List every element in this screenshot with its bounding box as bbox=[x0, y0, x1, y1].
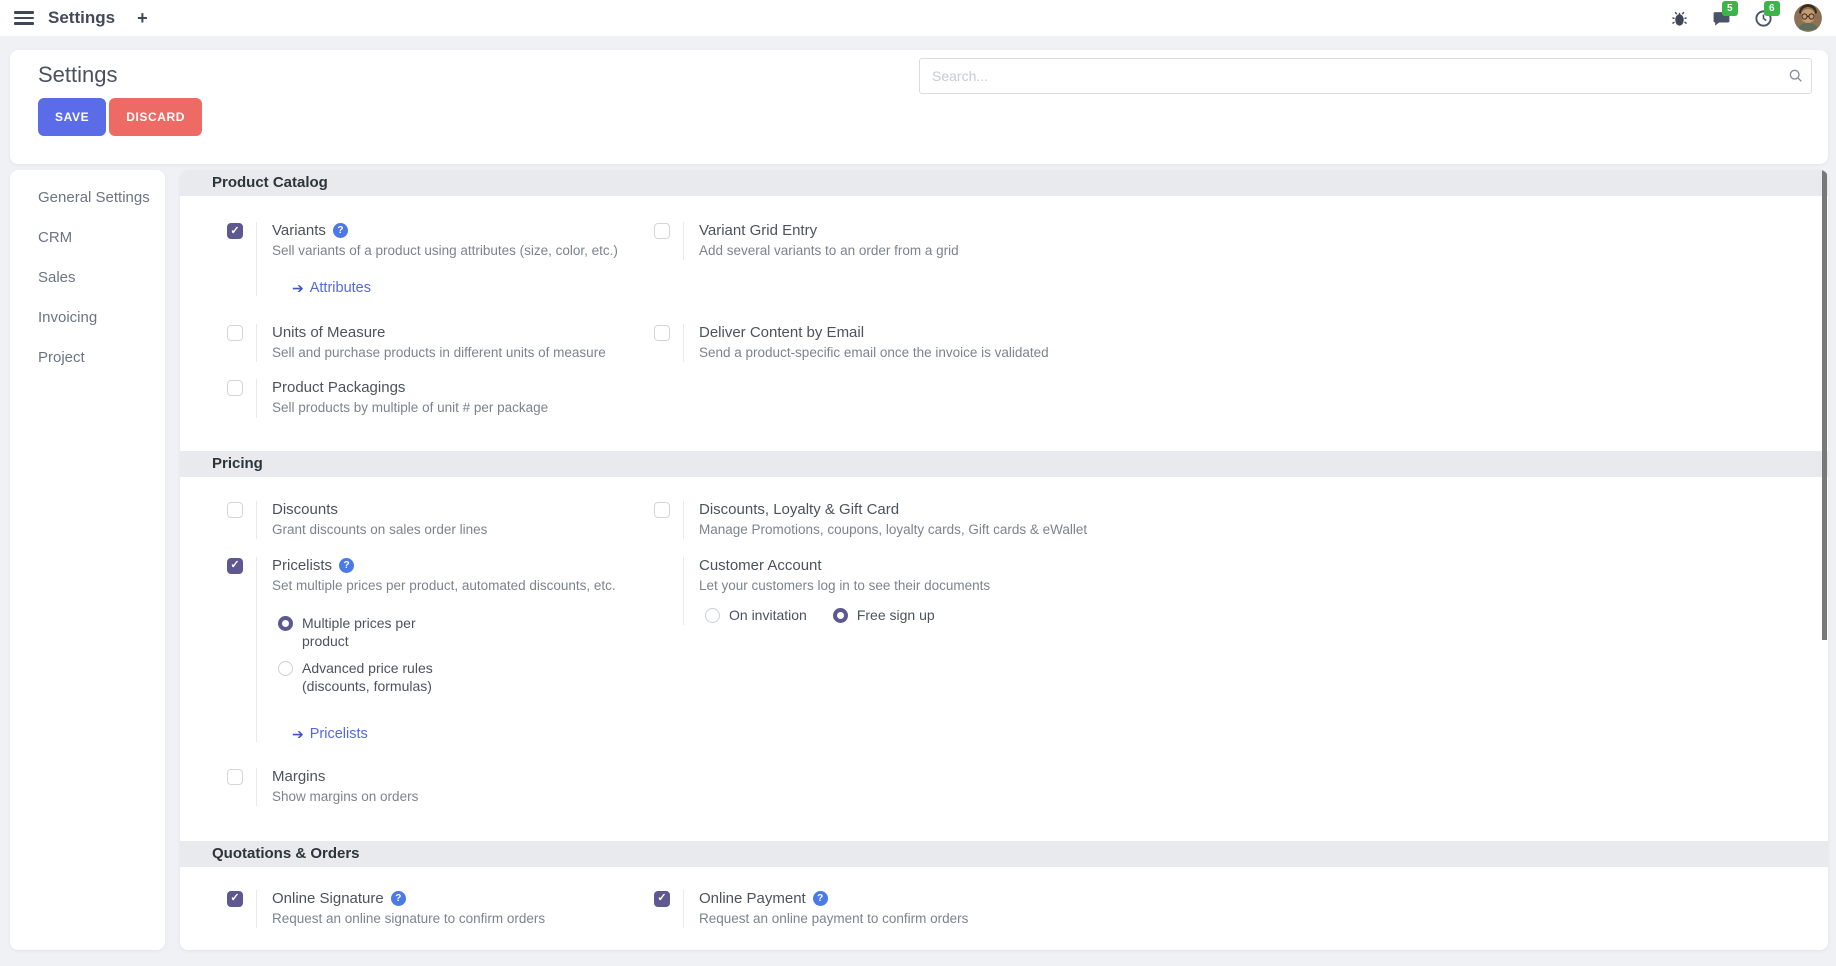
online-payment-checkbox[interactable] bbox=[654, 891, 670, 907]
search-input[interactable] bbox=[920, 68, 1781, 84]
discounts-title: Discounts bbox=[272, 501, 338, 518]
deliver-content-title: Deliver Content by Email bbox=[699, 324, 864, 341]
pricelists-desc: Set multiple prices per product, automat… bbox=[272, 577, 616, 595]
margins-title: Margins bbox=[272, 768, 325, 785]
online-payment-desc: Request an online payment to confirm ord… bbox=[699, 910, 968, 928]
product-packagings-desc: Sell products by multiple of unit # per … bbox=[272, 399, 548, 417]
variant-grid-entry-checkbox[interactable] bbox=[654, 223, 670, 239]
units-of-measure-checkbox[interactable] bbox=[227, 325, 243, 341]
setting-online-signature: Online Signature Request an online signa… bbox=[180, 890, 654, 928]
settings-sidebar: General Settings CRM Sales Invoicing Pro… bbox=[10, 170, 165, 950]
units-of-measure-title: Units of Measure bbox=[272, 324, 385, 341]
page-title: Settings bbox=[38, 62, 118, 88]
loyalty-desc: Manage Promotions, coupons, loyalty card… bbox=[699, 521, 1087, 539]
pricelists-link[interactable]: Pricelists bbox=[292, 726, 616, 742]
setting-units-of-measure: Units of Measure Sell and purchase produ… bbox=[180, 324, 654, 362]
search-bar bbox=[919, 58, 1812, 94]
arrow-right-icon bbox=[292, 281, 304, 295]
pricelists-title: Pricelists bbox=[272, 557, 332, 574]
setting-deliver-content-by-email: Deliver Content by Email Send a product-… bbox=[654, 324, 1828, 362]
discard-button[interactable]: DISCARD bbox=[109, 98, 202, 136]
radio-selected-icon bbox=[833, 608, 848, 623]
margins-desc: Show margins on orders bbox=[272, 788, 418, 806]
setting-variant-grid-entry: Variant Grid Entry Add several variants … bbox=[654, 222, 1828, 260]
deliver-content-desc: Send a product-specific email once the i… bbox=[699, 344, 1049, 362]
radio-unselected-icon bbox=[705, 608, 720, 623]
search-icon[interactable] bbox=[1781, 68, 1811, 84]
settings-header-panel: Settings SAVE DISCARD bbox=[10, 50, 1828, 164]
new-tab-icon[interactable]: + bbox=[137, 9, 148, 27]
messages-icon[interactable]: 5 bbox=[1710, 7, 1732, 29]
deliver-content-checkbox[interactable] bbox=[654, 325, 670, 341]
customer-account-desc: Let your customers log in to see their d… bbox=[699, 577, 990, 595]
loyalty-checkbox[interactable] bbox=[654, 502, 670, 518]
variant-grid-entry-title: Variant Grid Entry bbox=[699, 222, 817, 239]
discounts-checkbox[interactable] bbox=[227, 502, 243, 518]
discounts-desc: Grant discounts on sales order lines bbox=[272, 521, 487, 539]
setting-loyalty-gift-card: Discounts, Loyalty & Gift Card Manage Pr… bbox=[654, 501, 1828, 539]
pricelists-checkbox[interactable] bbox=[227, 558, 243, 574]
product-packagings-checkbox[interactable] bbox=[227, 380, 243, 396]
setting-online-payment: Online Payment Request an online payment… bbox=[654, 890, 1828, 928]
variants-desc: Sell variants of a product using attribu… bbox=[272, 242, 618, 260]
sidebar-item-invoicing[interactable]: Invoicing bbox=[10, 298, 165, 338]
units-of-measure-desc: Sell and purchase products in different … bbox=[272, 344, 606, 362]
radio-selected-icon bbox=[278, 616, 293, 631]
help-icon[interactable] bbox=[333, 223, 348, 238]
online-payment-title: Online Payment bbox=[699, 890, 806, 907]
save-button[interactable]: SAVE bbox=[38, 98, 106, 136]
variant-grid-entry-desc: Add several variants to an order from a … bbox=[699, 242, 959, 260]
attributes-link[interactable]: Attributes bbox=[292, 280, 618, 296]
customer-account-title: Customer Account bbox=[699, 557, 822, 574]
radio-advanced-rules[interactable]: Advanced price rules (discounts, formula… bbox=[278, 660, 616, 696]
setting-variants: Variants Sell variants of a product usin… bbox=[180, 222, 654, 296]
settings-main-panel: Product Catalog Variants Sell variants o… bbox=[180, 170, 1828, 950]
setting-product-packagings: Product Packagings Sell products by mult… bbox=[180, 379, 654, 417]
help-icon[interactable] bbox=[813, 891, 828, 906]
top-navbar: Settings + 5 6 bbox=[0, 0, 1836, 36]
activities-clock-icon[interactable]: 6 bbox=[1752, 7, 1774, 29]
variants-title: Variants bbox=[272, 222, 326, 239]
setting-pricelists: Pricelists Set multiple prices per produ… bbox=[180, 557, 654, 742]
help-icon[interactable] bbox=[339, 558, 354, 573]
section-header-product-catalog: Product Catalog bbox=[180, 170, 1828, 196]
app-title[interactable]: Settings bbox=[48, 8, 115, 28]
vertical-scrollbar[interactable] bbox=[1822, 170, 1827, 640]
radio-on-invitation[interactable]: On invitation bbox=[705, 607, 807, 625]
arrow-right-icon bbox=[292, 727, 304, 741]
online-signature-desc: Request an online signature to confirm o… bbox=[272, 910, 545, 928]
activities-count-badge: 6 bbox=[1764, 1, 1780, 16]
hamburger-menu-icon[interactable] bbox=[14, 11, 34, 25]
loyalty-title: Discounts, Loyalty & Gift Card bbox=[699, 501, 899, 518]
section-header-quotations-orders: Quotations & Orders bbox=[180, 841, 1828, 867]
sidebar-item-sales[interactable]: Sales bbox=[10, 258, 165, 298]
sidebar-item-crm[interactable]: CRM bbox=[10, 218, 165, 258]
radio-unselected-icon bbox=[278, 661, 293, 676]
setting-customer-account: Customer Account Let your customers log … bbox=[654, 557, 1828, 625]
online-signature-checkbox[interactable] bbox=[227, 891, 243, 907]
section-header-pricing: Pricing bbox=[180, 451, 1828, 477]
radio-multiple-prices[interactable]: Multiple prices per product bbox=[278, 615, 616, 651]
debug-bug-icon[interactable] bbox=[1668, 7, 1690, 29]
product-packagings-title: Product Packagings bbox=[272, 379, 405, 396]
margins-checkbox[interactable] bbox=[227, 769, 243, 785]
setting-margins: Margins Show margins on orders bbox=[180, 768, 654, 806]
user-avatar[interactable] bbox=[1794, 4, 1822, 32]
setting-discounts: Discounts Grant discounts on sales order… bbox=[180, 501, 654, 539]
help-icon[interactable] bbox=[391, 891, 406, 906]
sidebar-item-project[interactable]: Project bbox=[10, 338, 165, 378]
online-signature-title: Online Signature bbox=[272, 890, 384, 907]
variants-checkbox[interactable] bbox=[227, 223, 243, 239]
radio-free-sign-up[interactable]: Free sign up bbox=[833, 607, 935, 625]
messages-count-badge: 5 bbox=[1722, 1, 1738, 16]
sidebar-item-general-settings[interactable]: General Settings bbox=[10, 178, 165, 218]
